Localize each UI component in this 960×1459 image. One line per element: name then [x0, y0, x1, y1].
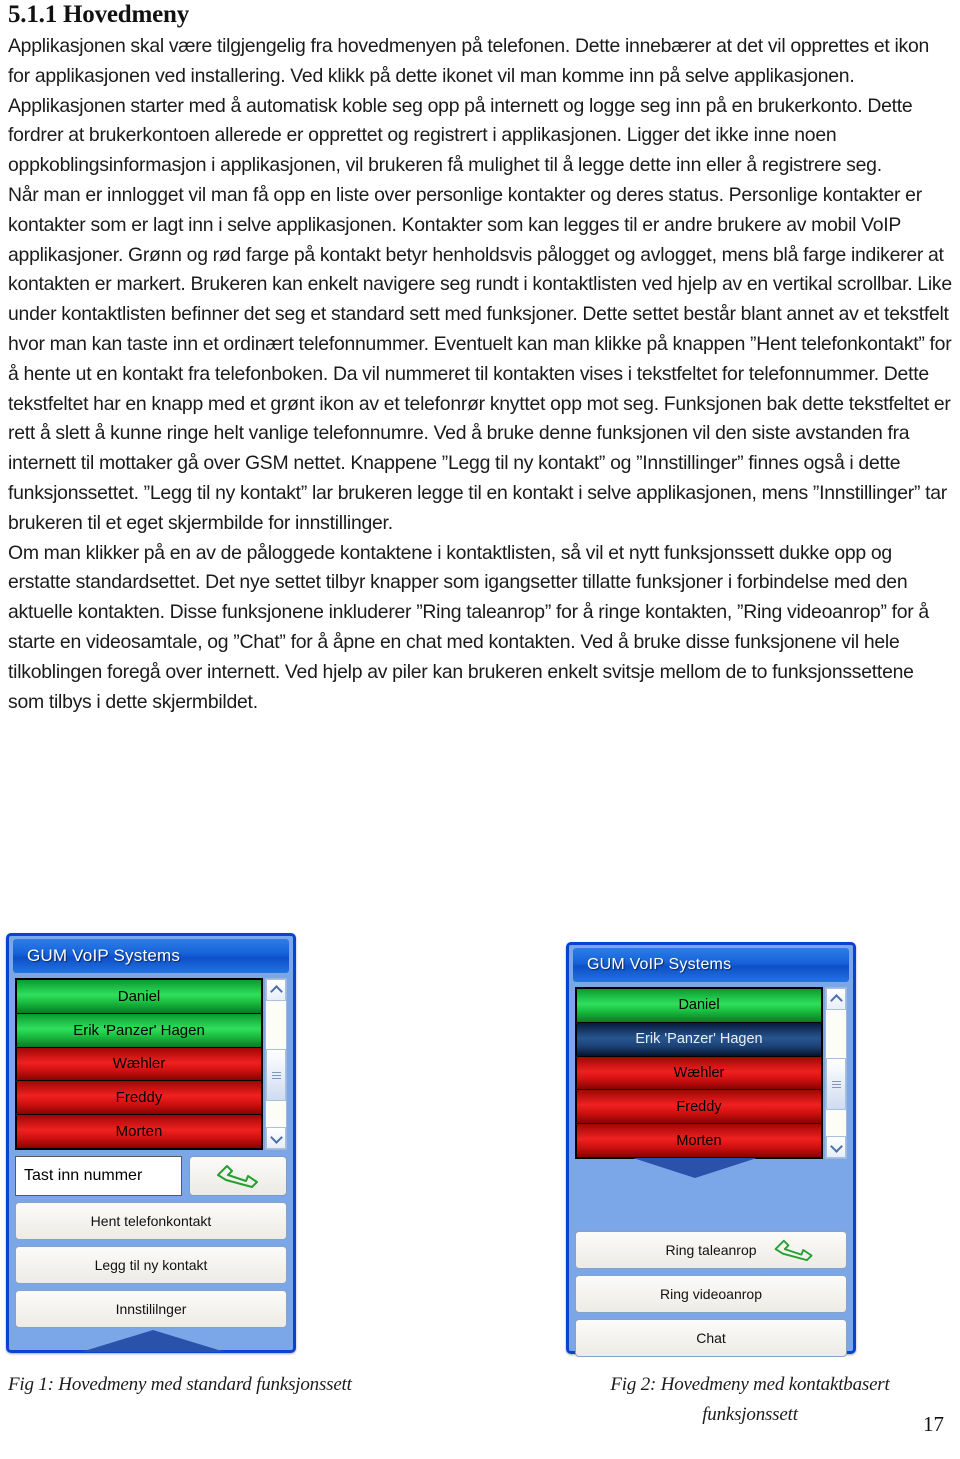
- scrollbar-down-button[interactable]: [266, 1127, 286, 1149]
- figure2-caption: Fig 2: Hovedmeny med kontaktbasert funks…: [610, 1374, 890, 1425]
- figure2-contact-list[interactable]: Daniel Erik 'Panzer' Hagen Wæhler Freddy…: [575, 987, 823, 1159]
- figure1-number-input-row: Tast inn nummer: [15, 1156, 287, 1196]
- figure2-contact-list-wrap: Daniel Erik 'Panzer' Hagen Wæhler Freddy…: [575, 987, 847, 1178]
- grip-icon: [271, 1071, 281, 1079]
- phone-handset-icon: [774, 1239, 813, 1262]
- contact-name: Erik 'Panzer' Hagen: [635, 1031, 763, 1048]
- contact-row[interactable]: Daniel: [17, 980, 261, 1014]
- contact-name: Wæhler: [112, 1055, 166, 1073]
- scrollbar-up-button[interactable]: [266, 979, 286, 1001]
- figure1-contact-list[interactable]: Daniel Erik 'Panzer' Hagen Wæhler Freddy…: [15, 978, 263, 1150]
- figure2-vertical-scrollbar[interactable]: [825, 987, 847, 1159]
- paragraph-2: Når man er innlogget vil man få opp en l…: [8, 183, 952, 534]
- contact-row-selected[interactable]: Erik 'Panzer' Hagen: [577, 1022, 821, 1057]
- scrollbar-track[interactable]: [266, 1001, 286, 1127]
- figure2-app-titlebar: GUM VoIP Systems: [573, 948, 849, 982]
- contact-row[interactable]: Erik 'Panzer' Hagen: [17, 1013, 261, 1048]
- figure1-phone-mockup: GUM VoIP Systems Daniel Erik 'Panzer' Ha…: [6, 933, 296, 1353]
- contact-row[interactable]: Daniel: [577, 989, 821, 1023]
- ring-videoanrop-button[interactable]: Ring videoanrop: [575, 1275, 847, 1313]
- phone-number-input[interactable]: Tast inn nummer: [15, 1156, 182, 1196]
- paragraph-3: Om man klikker på en av de påloggede kon…: [8, 541, 929, 713]
- scrollbar-track[interactable]: [826, 1010, 846, 1136]
- button-label: Hent telefonkontakt: [90, 1213, 212, 1229]
- switch-down-arrow-icon[interactable]: [633, 1158, 757, 1178]
- switch-up-arrow-icon[interactable]: [81, 1330, 225, 1352]
- contact-name: Daniel: [678, 997, 720, 1014]
- button-label: Legg til ny kontakt: [94, 1257, 208, 1273]
- figure2-app-title: GUM VoIP Systems: [587, 956, 732, 973]
- contact-row[interactable]: Freddy: [577, 1090, 821, 1125]
- figure2-phone-mockup: GUM VoIP Systems Daniel Erik 'Panzer' Ha…: [566, 942, 856, 1357]
- chevron-up-icon: [831, 996, 841, 1002]
- figure1-app-titlebar: GUM VoIP Systems: [13, 939, 289, 973]
- contact-row[interactable]: Wæhler: [17, 1047, 261, 1082]
- figure1-vertical-scrollbar[interactable]: [265, 978, 287, 1150]
- contact-row[interactable]: Morten: [17, 1115, 261, 1148]
- grip-icon: [831, 1080, 841, 1088]
- chat-button[interactable]: Chat: [575, 1319, 847, 1357]
- document-page: 5.1.1 Hovedmeny Applikasjonen skal være …: [0, 0, 960, 1459]
- legg-til-ny-kontakt-button[interactable]: Legg til ny kontakt: [15, 1246, 287, 1284]
- section-heading: 5.1.1 Hovedmeny: [8, 1, 190, 28]
- chevron-up-icon: [271, 987, 281, 993]
- scrollbar-thumb[interactable]: [826, 1058, 846, 1110]
- contact-name: Morten: [676, 1132, 722, 1149]
- call-number-button[interactable]: [189, 1156, 287, 1196]
- phone-handset-icon: [217, 1165, 258, 1188]
- contact-name: Erik 'Panzer' Hagen: [73, 1021, 205, 1039]
- contact-row[interactable]: Freddy: [17, 1081, 261, 1116]
- contact-row[interactable]: Morten: [577, 1124, 821, 1157]
- button-label: Chat: [696, 1330, 726, 1346]
- contact-name: Freddy: [676, 1098, 722, 1115]
- contact-name: Freddy: [115, 1089, 163, 1107]
- ring-taleanrop-button[interactable]: Ring taleanrop: [575, 1231, 847, 1269]
- innstillinger-button[interactable]: Innstililnger: [15, 1290, 287, 1328]
- chevron-down-icon: [831, 1144, 841, 1150]
- contact-row[interactable]: Wæhler: [577, 1056, 821, 1091]
- button-label: Ring videoanrop: [660, 1286, 762, 1302]
- contact-name: Daniel: [117, 987, 161, 1005]
- button-label: Ring taleanrop: [665, 1242, 757, 1258]
- document-text-body: 5.1.1 Hovedmeny Applikasjonen skal være …: [8, 0, 952, 717]
- paragraph-1: Applikasjonen skal være tilgjengelig fra…: [8, 35, 930, 177]
- scrollbar-up-button[interactable]: [826, 988, 846, 1010]
- contact-name: Wæhler: [673, 1064, 725, 1081]
- button-label: Innstililnger: [115, 1301, 187, 1317]
- page-number: 17: [923, 1412, 944, 1436]
- phone-number-value: Tast inn nummer: [24, 1167, 143, 1184]
- figure1-app-title: GUM VoIP Systems: [27, 946, 181, 965]
- chevron-down-icon: [271, 1135, 281, 1141]
- scrollbar-thumb[interactable]: [266, 1049, 286, 1101]
- figure1-caption: Fig 1: Hovedmeny med standard funksjonss…: [8, 1374, 352, 1395]
- scrollbar-down-button[interactable]: [826, 1136, 846, 1158]
- hent-telefonkontakt-button[interactable]: Hent telefonkontakt: [15, 1202, 287, 1240]
- figure1-contact-list-wrap: Daniel Erik 'Panzer' Hagen Wæhler Freddy…: [15, 978, 287, 1150]
- contact-name: Morten: [115, 1123, 163, 1141]
